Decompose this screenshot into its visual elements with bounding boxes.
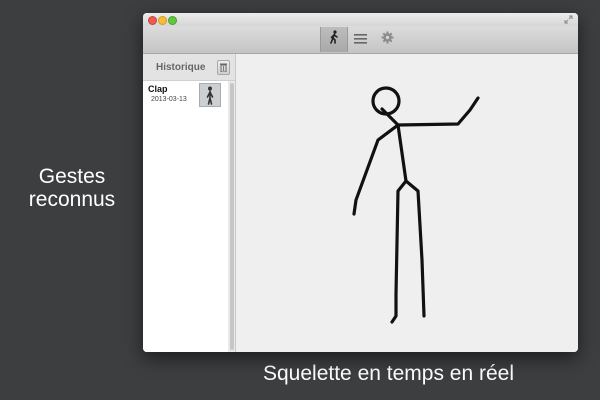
caption-recognized-gestures: Gestes reconnus (28, 165, 116, 211)
standing-person-icon (200, 86, 220, 110)
sidebar-header: Historique (143, 54, 235, 81)
trash-icon (220, 59, 227, 77)
close-button[interactable] (148, 16, 157, 25)
toolbar-skeleton-button[interactable] (320, 27, 348, 52)
caption-realtime-skeleton: Squelette en temps en réel (263, 362, 514, 385)
skeleton-spine (380, 107, 408, 183)
scrollbar-thumb[interactable] (230, 83, 234, 350)
fullscreen-icon[interactable] (564, 15, 573, 24)
gear-icon (381, 31, 394, 49)
clear-history-button[interactable] (217, 60, 230, 75)
history-list: Clap 2013-03-13 (143, 81, 228, 352)
skeleton-figure (352, 86, 480, 324)
title-bar[interactable] (143, 13, 578, 26)
minimize-button[interactable] (158, 16, 167, 25)
history-item-name: Clap (148, 84, 168, 94)
history-item-date: 2013-03-13 (151, 96, 187, 103)
toolbar-settings-button[interactable] (374, 27, 400, 52)
history-scrollbar[interactable] (228, 81, 235, 352)
history-sidebar: Historique Clap 2013-03-13 (143, 54, 236, 352)
skeleton-right-leg (390, 179, 408, 324)
toolbar (143, 26, 578, 54)
list-icon (353, 31, 367, 49)
toolbar-list-button[interactable] (347, 27, 373, 52)
skeleton-left-leg (404, 179, 426, 318)
skeleton-canvas (236, 54, 578, 352)
skeleton-right-arm (352, 123, 400, 216)
history-item[interactable]: Clap 2013-03-13 (143, 81, 228, 119)
walking-person-icon (328, 30, 340, 49)
sidebar-title: Historique (156, 62, 206, 73)
skeleton-left-arm (396, 96, 480, 127)
app-window: Historique Clap 2013-03-13 (143, 13, 578, 352)
zoom-button[interactable] (168, 16, 177, 25)
history-item-thumbnail (199, 83, 221, 107)
skeleton-head (371, 86, 401, 116)
